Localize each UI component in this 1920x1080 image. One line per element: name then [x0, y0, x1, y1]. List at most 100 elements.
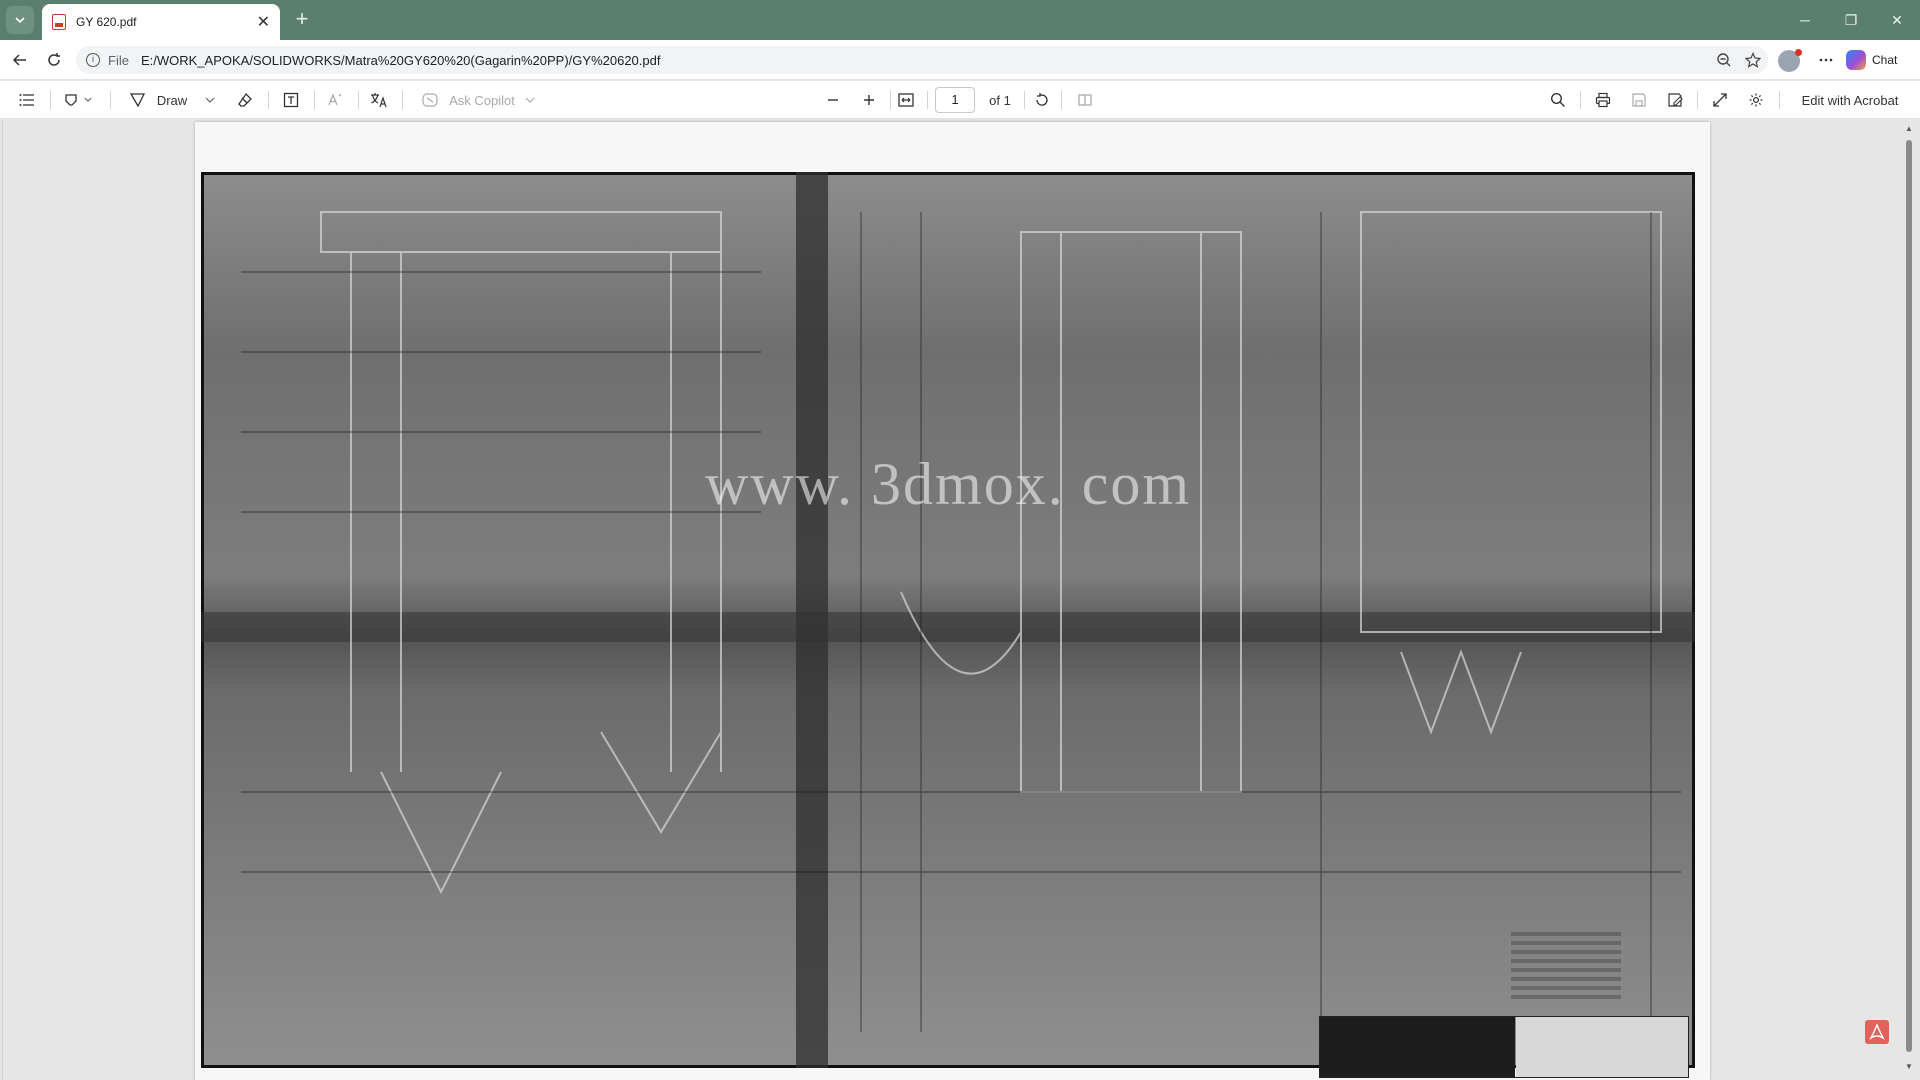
page-number-input[interactable]: 1: [935, 87, 975, 113]
search-icon: [1550, 92, 1565, 107]
favorite-button[interactable]: [1739, 46, 1767, 74]
tab-menu-button[interactable]: [6, 6, 34, 34]
read-aloud-icon: [328, 93, 342, 106]
fit-page-icon: [898, 93, 914, 107]
address-bar: i File E:/WORK_APOKA/SOLIDWORKS/Matra%20…: [0, 40, 1920, 80]
toolbar-divider: [927, 91, 928, 109]
copilot-icon: [1846, 50, 1866, 70]
reload-button[interactable]: [42, 48, 66, 72]
zoom-indicator-button[interactable]: [1710, 46, 1738, 74]
settings-button[interactable]: [1743, 87, 1769, 113]
edit-with-acrobat-button[interactable]: Edit with Acrobat: [1790, 87, 1910, 113]
profile-avatar[interactable]: [1778, 49, 1802, 72]
zoom-in-button[interactable]: [856, 87, 882, 113]
expand-icon: [1713, 93, 1727, 107]
save-as-icon: [1668, 93, 1683, 107]
pen-icon: [129, 93, 145, 108]
fullscreen-button[interactable]: [1707, 87, 1733, 113]
rotate-button[interactable]: [1029, 87, 1055, 113]
chevron-down-icon: [525, 97, 535, 103]
ask-copilot-button[interactable]: Ask Copilot: [414, 87, 542, 113]
gear-icon: [1749, 93, 1763, 107]
ask-copilot-label: Ask Copilot: [449, 92, 515, 108]
star-icon: [1745, 52, 1761, 68]
restore-button[interactable]: ❐: [1828, 0, 1874, 40]
translate-button[interactable]: [366, 87, 392, 113]
toolbar-divider: [50, 91, 51, 109]
zoom-out-button[interactable]: [820, 87, 846, 113]
plus-icon: [864, 95, 874, 105]
toolbar-divider: [890, 91, 891, 109]
more-icon: [1819, 58, 1833, 62]
more-button[interactable]: [1812, 46, 1840, 74]
toolbar-divider: [1779, 91, 1780, 109]
zoom-out-icon: [1717, 53, 1731, 67]
arrow-left-icon: [12, 54, 26, 66]
reload-icon: [48, 53, 60, 66]
copilot-outline-icon: [422, 93, 438, 107]
page-view-button[interactable]: [1072, 87, 1098, 113]
tab-close-icon[interactable]: ✕: [257, 12, 270, 32]
toolbar-divider: [402, 91, 403, 109]
toolbar-divider: [1580, 91, 1581, 109]
browser-tab[interactable]: GY 620.pdf ✕: [42, 4, 280, 40]
text-box-icon: [283, 92, 299, 108]
fit-page-button[interactable]: [893, 87, 919, 113]
draw-label: Draw: [156, 92, 188, 108]
back-button[interactable]: [8, 48, 32, 72]
title-bar: GY 620.pdf ✕ + ─ ❐ ✕: [0, 0, 1920, 40]
acrobat-glyph-icon: [1869, 1023, 1885, 1041]
vertical-scrollbar[interactable]: ▲ ▼: [1904, 124, 1914, 1074]
page-total: of 1: [989, 92, 1011, 108]
drawing-title-block: [1319, 1016, 1689, 1078]
search-button[interactable]: [1545, 87, 1571, 113]
save-icon: [1632, 93, 1646, 107]
engineering-drawing-scan: www. 3dmox. com: [201, 172, 1695, 1078]
highlighter-icon: [65, 94, 92, 106]
copilot-chat-button[interactable]: Chat: [1846, 48, 1897, 72]
close-window-button[interactable]: ✕: [1874, 0, 1920, 40]
minimize-button[interactable]: ─: [1782, 0, 1828, 40]
new-tab-button[interactable]: +: [290, 8, 314, 32]
pdf-page: www. 3dmox. com: [195, 122, 1710, 1080]
pdf-file-icon: [52, 14, 66, 30]
print-button[interactable]: [1590, 87, 1616, 113]
contents-button[interactable]: [14, 87, 40, 113]
save-button[interactable]: [1626, 87, 1652, 113]
toolbar-divider: [110, 91, 111, 109]
toolbar-divider: [358, 91, 359, 109]
add-text-button[interactable]: [278, 87, 304, 113]
list-icon: [19, 94, 34, 106]
read-aloud-button[interactable]: [322, 87, 348, 113]
erase-button[interactable]: [232, 87, 258, 113]
scroll-up-icon[interactable]: ▲: [1904, 124, 1914, 134]
rotate-icon: [1036, 93, 1048, 106]
url-text: E:/WORK_APOKA/SOLIDWORKS/Matra%20GY620%2…: [140, 52, 661, 68]
url-field[interactable]: i File E:/WORK_APOKA/SOLIDWORKS/Matra%20…: [76, 46, 1768, 74]
toolbar-divider: [1697, 91, 1698, 109]
toolbar-divider: [314, 91, 315, 109]
draw-button[interactable]: Draw: [124, 87, 220, 113]
url-scheme: File: [108, 52, 129, 68]
acrobat-icon[interactable]: [1865, 1020, 1889, 1044]
print-icon: [1595, 92, 1611, 108]
toolbar-divider: [1061, 91, 1062, 109]
info-icon[interactable]: i: [86, 53, 100, 67]
translate-icon: [371, 93, 387, 108]
watermark-text: www. 3dmox. com: [704, 451, 1192, 517]
tab-title: GY 620.pdf: [76, 15, 137, 29]
toolbar-divider: [268, 91, 269, 109]
save-as-button[interactable]: [1662, 87, 1688, 113]
chevron-down-icon: [15, 17, 25, 24]
highlight-button[interactable]: [58, 87, 98, 113]
scroll-down-icon[interactable]: ▼: [1904, 1062, 1914, 1072]
scroll-thumb[interactable]: [1906, 140, 1912, 1052]
blueprint-linework: [201, 172, 1695, 1068]
minus-icon: [828, 99, 838, 101]
eraser-icon: [238, 92, 252, 107]
chevron-down-icon: [205, 97, 215, 103]
page-view-icon: [1078, 94, 1092, 106]
drawing-legend-table: [1511, 927, 1621, 1007]
chat-label: Chat: [1872, 53, 1898, 67]
pdf-toolbar: Draw Ask Copilot 1 of 1 Edit with Acroba…: [0, 81, 1920, 119]
